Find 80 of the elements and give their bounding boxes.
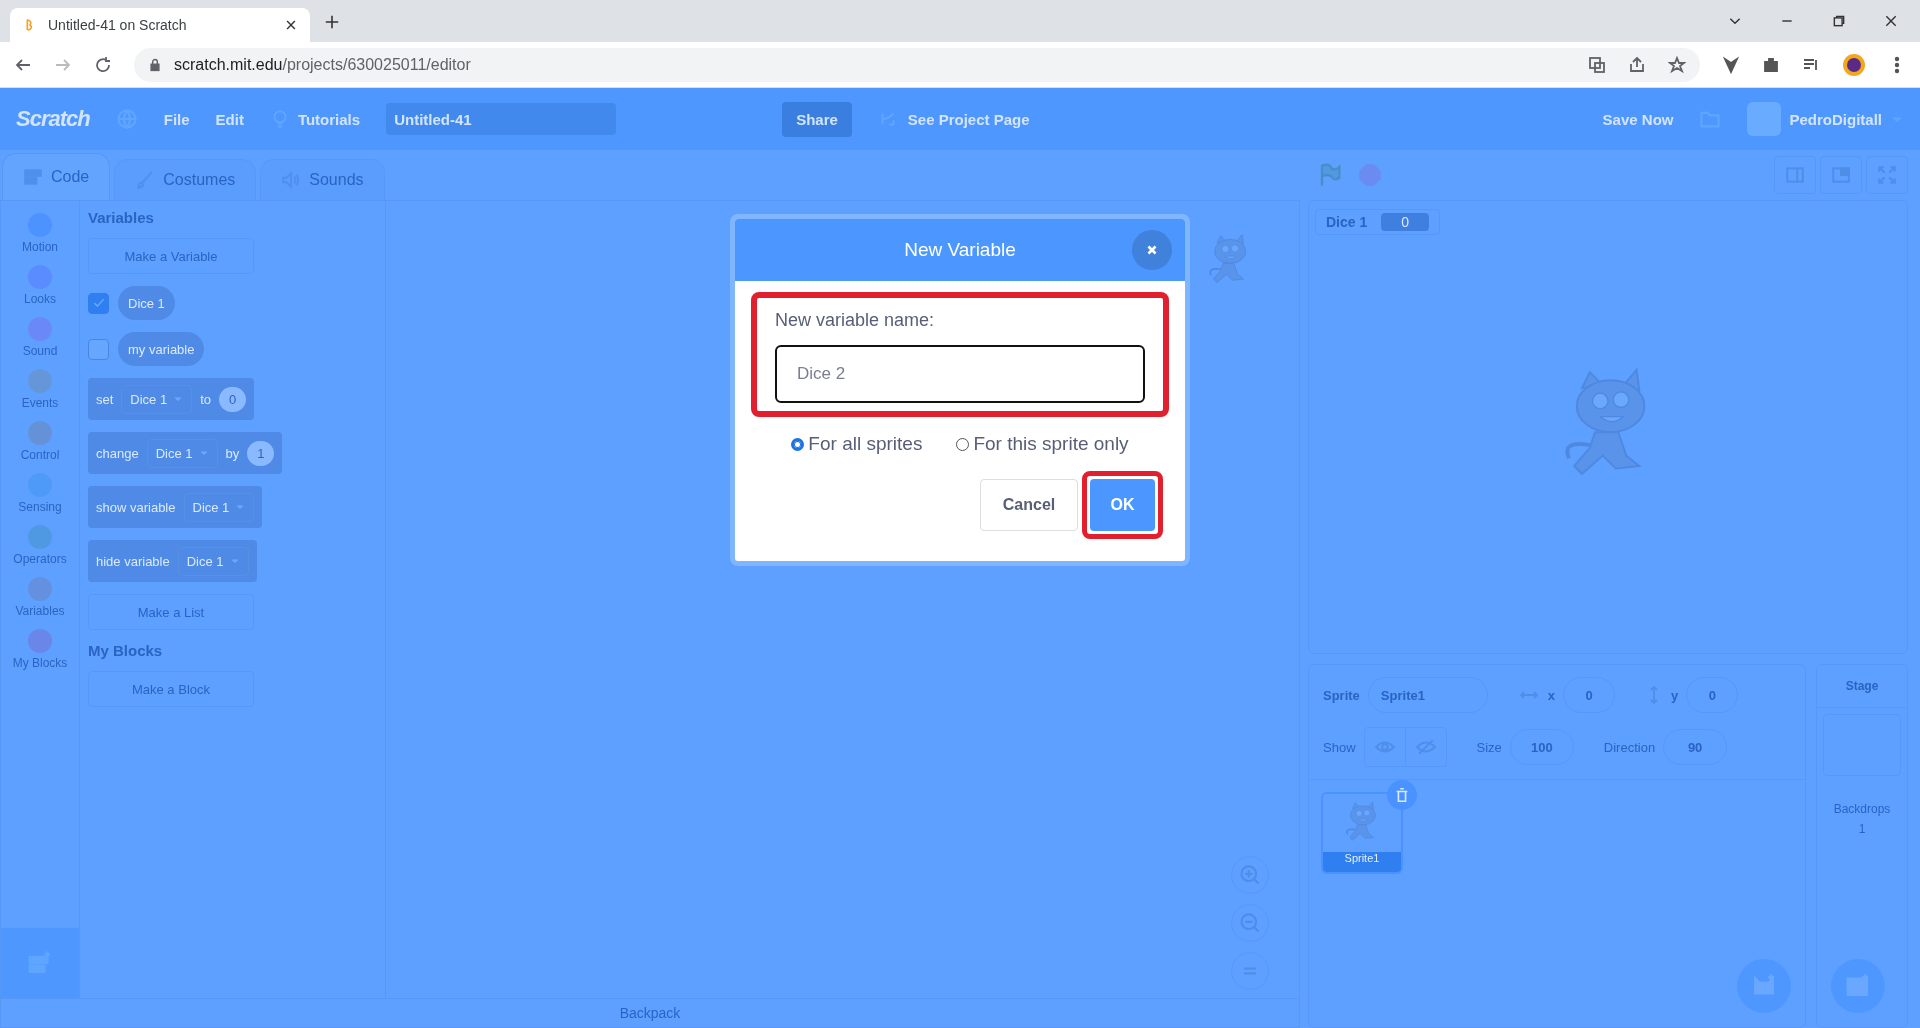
category-item[interactable]: Events: [21, 369, 59, 410]
backdrops-label: Backdrops: [1833, 802, 1891, 816]
category-item[interactable]: Sound: [22, 317, 58, 358]
radio-option[interactable]: For this sprite only: [956, 433, 1129, 455]
sprite-label: Sprite: [1323, 687, 1360, 703]
user-name[interactable]: PedroDigitall: [1789, 110, 1882, 128]
checkbox[interactable]: [88, 292, 109, 314]
share-icon[interactable]: [1628, 55, 1646, 74]
share-button[interactable]: Share: [782, 101, 852, 137]
caret-icon: [229, 556, 240, 566]
star-icon[interactable]: [1668, 55, 1686, 74]
make-variable-button[interactable]: Make a Variable: [88, 238, 254, 274]
radio-button[interactable]: [791, 437, 805, 451]
close-icon[interactable]: [1884, 14, 1898, 28]
backpack-bar[interactable]: Backpack: [0, 999, 1300, 1028]
small-stage-button[interactable]: [1774, 156, 1816, 194]
variable-block[interactable]: Dice 1: [118, 286, 175, 320]
plus-icon[interactable]: [324, 14, 340, 30]
project-title-field[interactable]: Untitled-41: [386, 103, 617, 135]
restore-icon[interactable]: [1832, 14, 1846, 28]
make-block-button[interactable]: Make a Block: [88, 671, 254, 707]
caret-icon: [173, 394, 184, 404]
category-heading: My Blocks: [88, 642, 164, 659]
menu-item[interactable]: Edit: [215, 110, 244, 128]
close-icon[interactable]: [284, 18, 298, 32]
profile-avatar[interactable]: [1842, 52, 1866, 77]
category-item[interactable]: Sensing: [18, 473, 62, 514]
category-item[interactable]: Looks: [24, 265, 56, 306]
picture-plus-icon: [1845, 973, 1871, 999]
caret-icon: [235, 502, 246, 512]
flag-icon[interactable]: [1318, 163, 1342, 187]
delete-button[interactable]: [1387, 780, 1417, 810]
backdrops-count: 1: [1858, 822, 1866, 836]
size-label: Size: [1476, 739, 1502, 755]
category-item[interactable]: Variables: [15, 577, 65, 618]
variable-monitor: Dice 1 0: [1315, 209, 1441, 235]
check-icon: [91, 296, 106, 310]
trash-icon: [1394, 787, 1410, 803]
cancel-button[interactable]: Cancel: [980, 479, 1078, 531]
code-block[interactable]: show variable Dice 1: [88, 486, 263, 528]
close-button[interactable]: [1132, 230, 1172, 270]
caret-icon: [198, 448, 209, 458]
x-label: x: [1547, 687, 1556, 703]
category-item[interactable]: Motion: [22, 213, 58, 254]
category-item[interactable]: My Blocks: [12, 629, 68, 670]
editor-tab[interactable]: Costumes: [114, 159, 257, 200]
save-now-link[interactable]: Save Now: [1602, 110, 1674, 128]
editor-tab[interactable]: Sounds: [260, 159, 385, 200]
radio-option[interactable]: For all sprites: [791, 433, 923, 455]
category-heading: Variables: [88, 209, 155, 226]
scratch-logo[interactable]: Scratch: [16, 106, 90, 132]
sprite-tile[interactable]: Sprite1: [1321, 792, 1403, 874]
input-field[interactable]: Dice 2: [775, 345, 1145, 403]
large-stage-button[interactable]: [1820, 156, 1862, 194]
code-block[interactable]: set Dice 1 to 0: [88, 378, 255, 420]
small-stage-icon: [1785, 165, 1805, 185]
ok-button[interactable]: OK: [1090, 479, 1155, 531]
lock-icon: [148, 57, 162, 72]
large-stage-icon: [1831, 165, 1851, 185]
code-block[interactable]: hide variable Dice 1: [88, 540, 257, 582]
editor-tab[interactable]: Code: [2, 153, 111, 200]
category-item[interactable]: Control: [20, 421, 60, 462]
variable-block[interactable]: my variable: [118, 332, 205, 366]
direction-label: Direction: [1603, 739, 1656, 755]
category-item[interactable]: Operators: [13, 525, 67, 566]
user-avatar: [1747, 102, 1782, 136]
make-list-button[interactable]: Make a List: [88, 594, 254, 630]
browser-tab[interactable]: Untitled-41 on Scratch: [10, 8, 310, 42]
stage-title: Stage: [1817, 665, 1907, 708]
dialog-title: New Variable: [904, 239, 1016, 261]
translate-icon[interactable]: [1588, 55, 1606, 74]
y-label: y: [1671, 687, 1679, 703]
reload-icon[interactable]: [94, 55, 112, 74]
tutorials-link[interactable]: Tutorials: [297, 110, 361, 128]
checkbox[interactable]: [88, 338, 109, 360]
code-block[interactable]: change Dice 1 by 1: [88, 432, 283, 474]
see-project-page-button[interactable]: See Project Page: [907, 110, 1030, 128]
show-label: Show: [1323, 739, 1356, 755]
menu-item[interactable]: File: [163, 110, 190, 128]
field-label: New variable name:: [775, 310, 936, 331]
